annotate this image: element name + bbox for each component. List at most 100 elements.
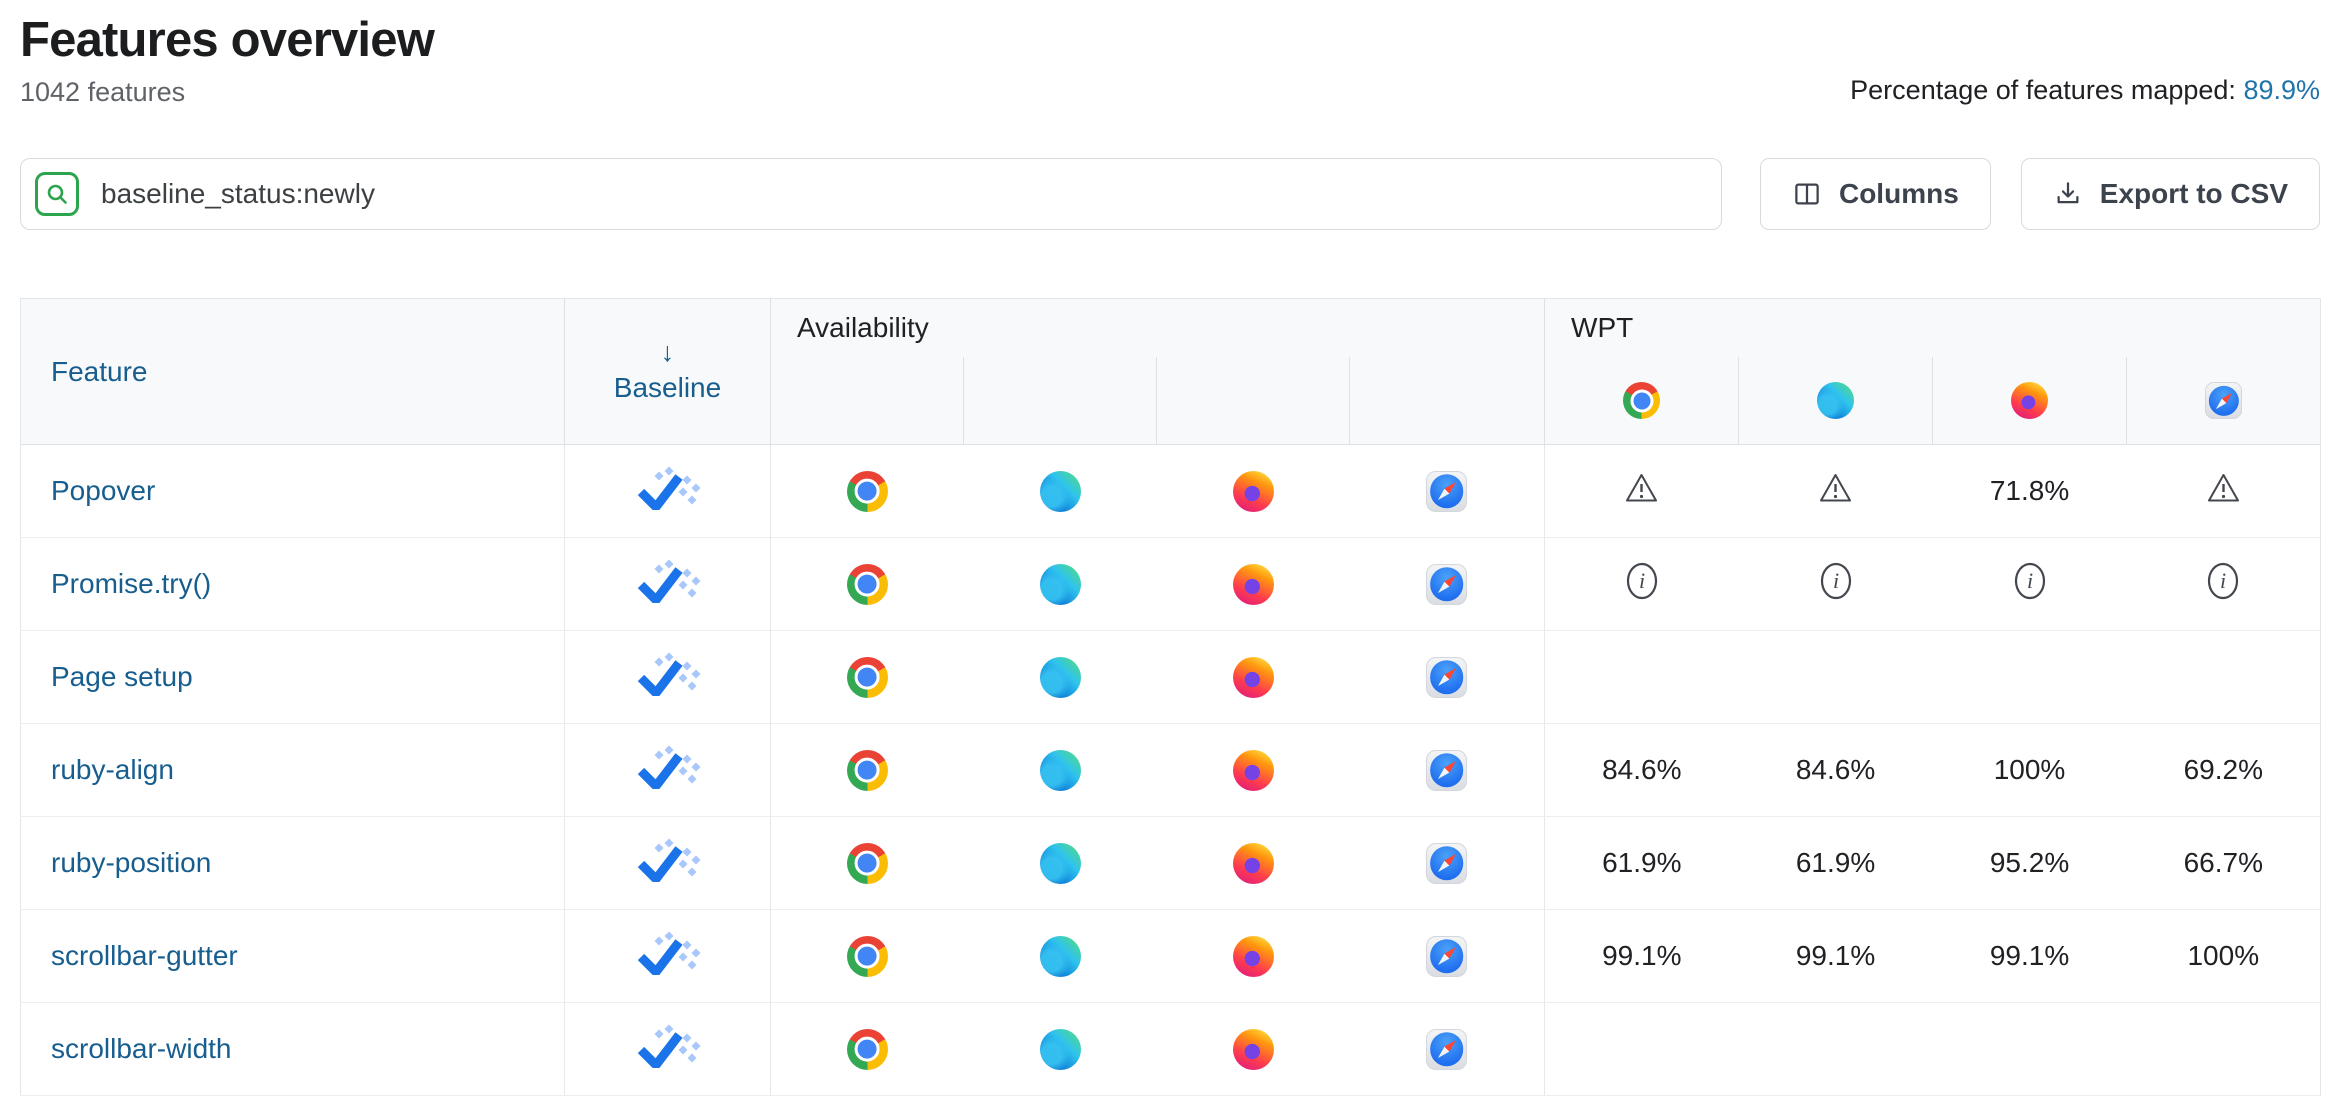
wpt-score-cell [2127,1003,2321,1096]
mapped-percentage-link[interactable]: 89.9% [2243,75,2320,105]
sort-descending-icon: ↓ [565,339,770,366]
wpt-score-cell: 100% [2127,910,2321,1003]
columns-button-label: Columns [1839,178,1959,210]
feature-link[interactable]: Page setup [51,661,193,692]
svg-text:i: i [2220,568,2226,593]
chrome-icon [847,564,888,605]
chrome-icon [847,657,888,698]
wpt-score-cell [2127,445,2321,538]
wpt-score-cell [1933,1003,2127,1096]
features-overview-page: Features overview 1042 features Percenta… [0,0,2340,1096]
baseline-sort-link[interactable]: ↓Baseline [565,339,770,403]
search-icon[interactable] [35,172,79,216]
availability-cell [1350,445,1545,538]
baseline-newly-available-icon [635,838,701,889]
page-title: Features overview [20,12,434,68]
wpt-score-value: 99.1% [1990,940,2069,971]
safari-icon [2205,382,2242,419]
wpt-score-cell: 71.8% [1933,445,2127,538]
availability-cell [1157,631,1350,724]
baseline-status-cell [565,631,771,724]
safari-icon [1426,564,1467,605]
warning-icon[interactable] [2205,471,2242,512]
availability-cell [1350,724,1545,817]
export-csv-button[interactable]: Export to CSV [2021,158,2320,230]
firefox-icon [1233,1029,1274,1070]
firefox-icon [1233,843,1274,884]
search-box[interactable] [20,158,1722,230]
availability-subcolumn-header [1157,357,1350,445]
feature-link[interactable]: ruby-position [51,847,211,878]
toolbar: Columns Export to CSV [20,158,2320,230]
baseline-newly-available-icon [635,652,701,703]
table-row: ruby-align 84.6%84.6%100%69.2% [21,724,2321,817]
feature-link[interactable]: ruby-align [51,754,174,785]
firefox-icon [1233,471,1274,512]
baseline-status-cell [565,817,771,910]
availability-cell [771,1003,964,1096]
safari-icon [1426,936,1467,977]
availability-cell [964,445,1157,538]
availability-cell [1350,1003,1545,1096]
info-icon[interactable]: i [2013,561,2047,608]
wpt-score-cell [1739,445,1933,538]
table-row: scrollbar-gutter 99.1%99.1%99.1%100% [21,910,2321,1003]
firefox-icon [1233,750,1274,791]
chrome-icon [847,750,888,791]
chrome-icon [1623,382,1660,419]
table-row: Popover 71.8% [21,445,2321,538]
availability-cell [964,817,1157,910]
feature-sort-link[interactable]: Feature [51,356,148,387]
wpt-firefox-column-header [1933,357,2127,445]
warning-icon[interactable] [1623,471,1660,512]
wpt-score-cell: i [1739,538,1933,631]
availability-cell [1157,817,1350,910]
wpt-score-cell: 66.7% [2127,817,2321,910]
safari-icon [1426,1029,1467,1070]
baseline-newly-available-icon [635,745,701,796]
wpt-score-value: 61.9% [1796,847,1875,878]
edge-icon [1817,382,1854,419]
availability-subcolumn-header [771,357,964,445]
availability-cell [964,1003,1157,1096]
wpt-score-cell: i [1545,538,1739,631]
wpt-score-cell [1739,1003,1933,1096]
availability-cell [1157,538,1350,631]
firefox-icon [1233,936,1274,977]
availability-cell [1350,910,1545,1003]
search-input[interactable] [99,177,1707,211]
feature-count: 1042 features [20,77,434,108]
baseline-newly-available-icon [635,559,701,610]
wpt-score-cell: 99.1% [1545,910,1739,1003]
warning-icon[interactable] [1817,471,1854,512]
feature-link[interactable]: Popover [51,475,155,506]
edge-icon [1040,936,1081,977]
feature-link[interactable]: scrollbar-gutter [51,940,238,971]
edge-icon [1040,750,1081,791]
info-icon[interactable]: i [2206,561,2240,608]
availability-cell [771,724,964,817]
chrome-icon [847,1029,888,1070]
availability-cell [771,817,964,910]
info-icon[interactable]: i [1819,561,1853,608]
wpt-score-cell: 99.1% [1739,910,1933,1003]
info-icon[interactable]: i [1625,561,1659,608]
baseline-newly-available-icon [635,931,701,982]
table-row: Page setup [21,631,2321,724]
feature-link[interactable]: scrollbar-width [51,1033,232,1064]
availability-subcolumn-header [1350,357,1545,445]
availability-cell [1157,724,1350,817]
wpt-safari-column-header [2127,357,2321,445]
chrome-icon [847,843,888,884]
availability-cell [1350,631,1545,724]
availability-cell [1157,1003,1350,1096]
feature-link[interactable]: Promise.try() [51,568,211,599]
svg-text:i: i [1639,568,1645,593]
baseline-status-cell [565,910,771,1003]
availability-cell [964,538,1157,631]
baseline-status-cell [565,538,771,631]
availability-subcolumn-header [964,357,1157,445]
wpt-score-cell [2127,631,2321,724]
availability-cell [771,631,964,724]
columns-button[interactable]: Columns [1760,158,1991,230]
